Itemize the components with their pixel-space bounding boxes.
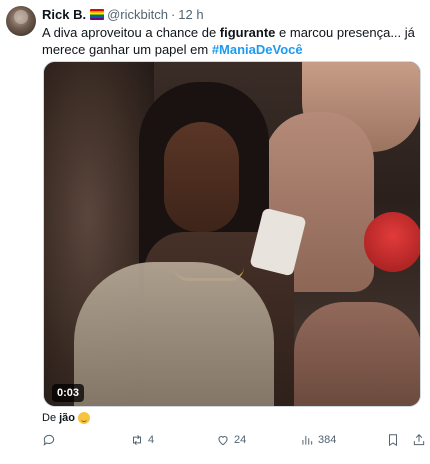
retweet-count: 4 bbox=[148, 434, 155, 446]
video-frame-foreground bbox=[294, 302, 420, 406]
tweet-text: A diva aproveitou a chance de figurante … bbox=[42, 24, 422, 58]
tweet-actions: 4 24 384 bbox=[42, 433, 426, 451]
video-frame-face bbox=[164, 122, 239, 232]
video-player[interactable]: 0:03 bbox=[43, 61, 421, 407]
reply-icon bbox=[43, 434, 55, 446]
tweet-timestamp[interactable]: 12 h bbox=[178, 7, 203, 22]
like-count: 24 bbox=[234, 434, 247, 446]
tweet-text-part1: A diva aproveitou a chance de bbox=[42, 25, 220, 40]
video-frame-foreground bbox=[74, 262, 274, 406]
tweet-text-bold: figurante bbox=[219, 25, 276, 40]
separator-dot: · bbox=[170, 6, 176, 22]
caption-name[interactable]: jão bbox=[59, 412, 75, 424]
rainbow-flag-icon bbox=[90, 8, 105, 20]
tweet: Rick B. @rickbitch · 12 h A diva aprovei… bbox=[0, 0, 430, 464]
views-button[interactable]: 384 bbox=[300, 433, 336, 447]
bookmark-icon bbox=[389, 434, 397, 447]
bookmark-button[interactable] bbox=[386, 433, 400, 447]
author-handle[interactable]: @rickbitch bbox=[107, 7, 168, 22]
smiling-face-icon bbox=[77, 412, 90, 424]
media-caption: De jão bbox=[42, 412, 90, 424]
views-bar-chart-icon bbox=[302, 435, 313, 445]
video-frame-microphone bbox=[364, 212, 420, 272]
video-duration-badge: 0:03 bbox=[52, 384, 85, 402]
retweet-button[interactable]: 4 bbox=[130, 433, 154, 447]
avatar[interactable] bbox=[6, 6, 36, 36]
views-count: 384 bbox=[318, 434, 337, 446]
author-name[interactable]: Rick B. bbox=[42, 7, 86, 22]
hashtag-link[interactable]: #ManiaDeVocê bbox=[212, 42, 303, 57]
caption-prefix: De bbox=[42, 412, 57, 424]
heart-icon bbox=[218, 436, 228, 446]
tweet-header: Rick B. @rickbitch · 12 h bbox=[42, 6, 204, 22]
share-button[interactable] bbox=[412, 433, 426, 447]
reply-button[interactable] bbox=[42, 433, 60, 447]
like-button[interactable]: 24 bbox=[216, 433, 246, 447]
share-icon bbox=[413, 434, 425, 446]
retweet-icon bbox=[133, 434, 141, 446]
